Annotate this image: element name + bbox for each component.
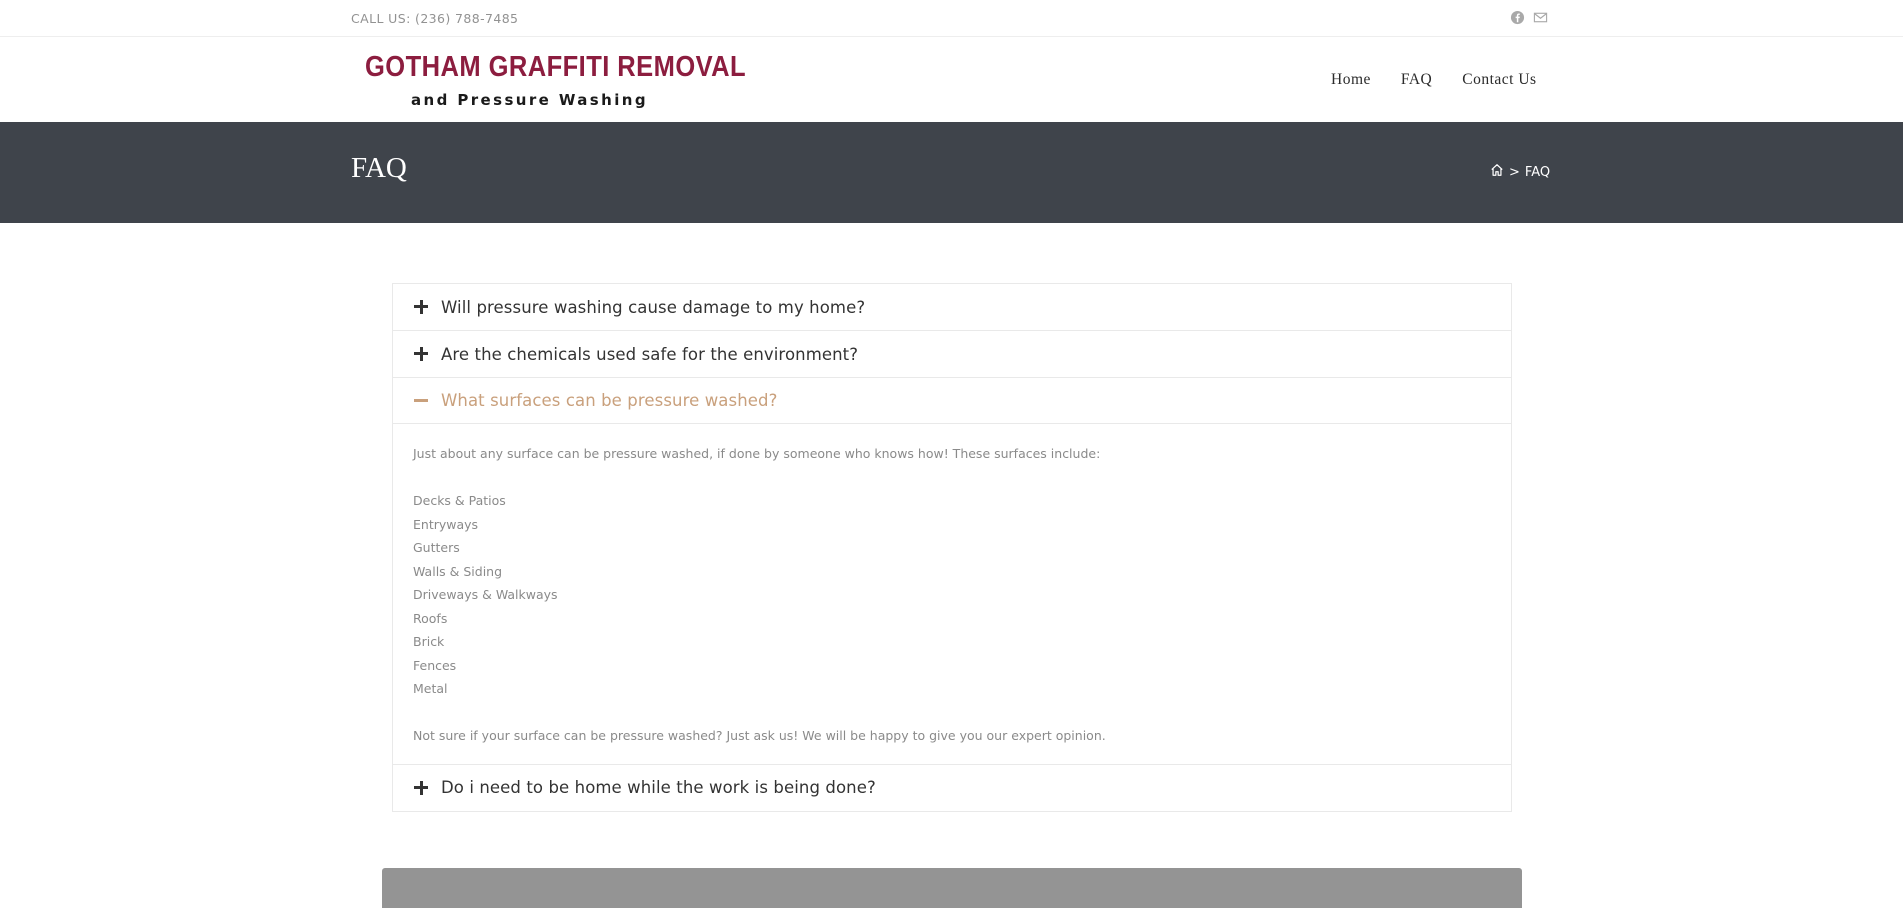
logo-title: GOTHAM GRAFFITI REMOVAL [365,51,747,83]
surface-item: Walls & Siding [413,563,503,579]
surface-item: Metal [413,681,448,696]
faq-question: Will pressure washing cause damage to my… [441,297,866,317]
nav-item-faq[interactable]: FAQ [1401,71,1432,89]
site-header: GOTHAM GRAFFITI REMOVAL and Pressure Was… [0,37,1903,122]
call-us-text: CALL US: (236) 788-7485 [351,11,519,26]
surface-item: Driveways & Walkways [413,587,558,602]
faq-question: What surfaces can be pressure washed? [441,391,778,410]
faq-item: Do i need to be home while the work is b… [393,765,1511,811]
surface-item: Gutters [413,540,460,555]
nav-item-home[interactable]: Home [1331,71,1371,89]
top-bar: CALL US: (236) 788-7485 [0,0,1903,37]
surface-item: Fences [413,657,457,673]
faq-item: Will pressure washing cause damage to my… [393,284,1511,331]
main-nav: Home FAQ Contact Us [1331,71,1537,89]
contact-section-box [382,868,1522,908]
social-links [1510,10,1548,25]
site-logo[interactable]: GOTHAM GRAFFITI REMOVAL and Pressure Was… [351,49,746,113]
surface-item: Roofs [413,610,448,626]
breadcrumb: > FAQ [1490,163,1550,181]
plus-icon [413,299,429,315]
page-title-bar: FAQ > FAQ [0,122,1903,223]
plus-icon [413,780,429,796]
faq-question: Are the chemicals used safe for the envi… [441,344,859,364]
plus-icon [413,346,429,362]
surface-item: Decks & Patios [413,493,506,508]
faq-toggle[interactable]: Do i need to be home while the work is b… [393,765,1511,811]
facebook-icon[interactable] [1510,10,1525,25]
home-icon[interactable] [1490,163,1504,181]
logo-subtitle: and Pressure Washing [411,91,648,109]
surface-item: Brick [413,634,445,649]
answer-intro: Just about any surface can be pressure w… [413,446,1101,461]
breadcrumb-separator: > [1509,164,1520,180]
faq-accordion: Will pressure washing cause damage to my… [392,283,1512,812]
faq-toggle[interactable]: What surfaces can be pressure washed? [393,378,1511,424]
faq-toggle[interactable]: Are the chemicals used safe for the envi… [393,331,1511,377]
surface-item: Entryways [413,516,479,532]
faq-toggle[interactable]: Will pressure washing cause damage to my… [393,284,1511,330]
mail-icon[interactable] [1533,10,1548,25]
faq-answer: Just about any surface can be pressure w… [393,424,1511,764]
nav-item-contact-us[interactable]: Contact Us [1462,71,1536,89]
page-title: FAQ [351,152,407,184]
faq-question: Do i need to be home while the work is b… [441,778,876,797]
answer-outro: Not sure if your surface can be pressure… [413,728,1106,743]
faq-item: Are the chemicals used safe for the envi… [393,331,1511,378]
breadcrumb-current: FAQ [1524,164,1551,180]
minus-icon [413,393,429,409]
faq-item-open: What surfaces can be pressure washed? Ju… [393,378,1511,765]
